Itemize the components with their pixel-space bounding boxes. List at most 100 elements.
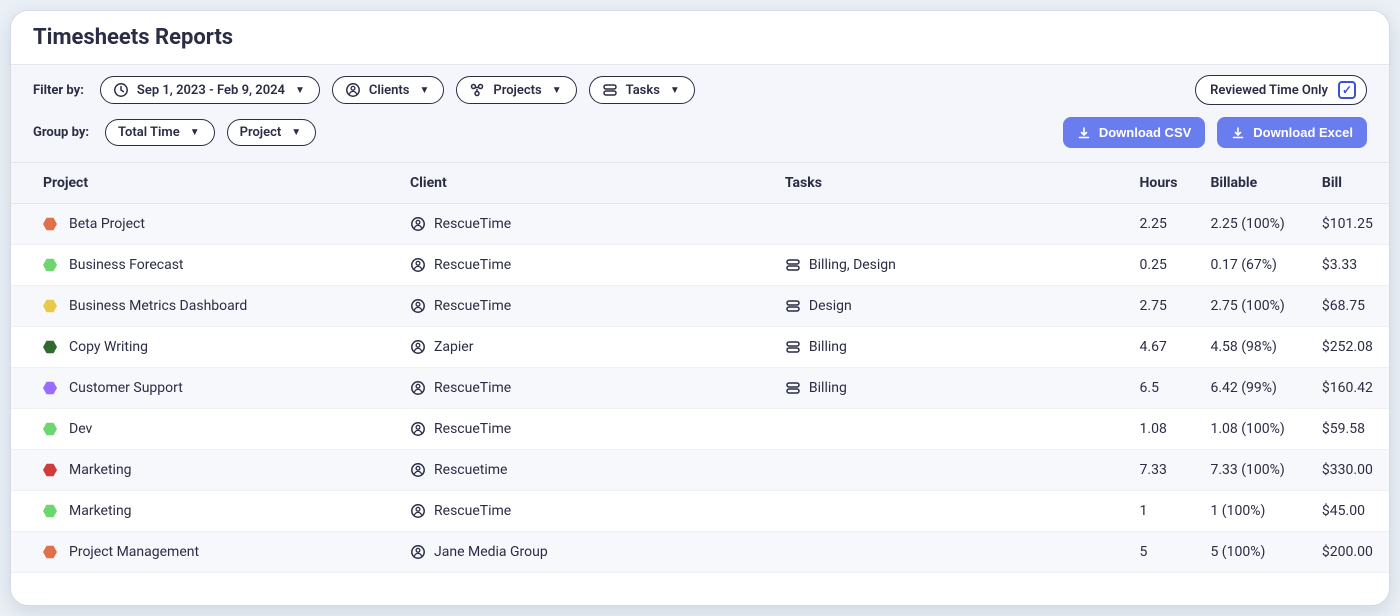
person-circle-icon [410, 503, 426, 519]
project-name: Customer Support [69, 380, 183, 396]
download-csv-label: Download CSV [1099, 125, 1191, 140]
cell-bill: $101.25 [1308, 204, 1389, 245]
filter-tasks[interactable]: Tasks ▼ [589, 76, 695, 104]
cell-hours: 0.25 [1126, 245, 1197, 286]
client-name: RescueTime [434, 503, 511, 519]
cell-bill: $200.00 [1308, 532, 1389, 573]
cell-billable: 2.25 (100%) [1196, 204, 1307, 245]
cell-billable: 7.33 (100%) [1196, 450, 1307, 491]
group-row: Group by: Total Time ▼ Project ▼ Downloa… [11, 111, 1389, 163]
client-name: RescueTime [434, 257, 511, 273]
project-color-icon [43, 381, 57, 395]
project-color-icon [43, 504, 57, 518]
title-bar: Timesheets Reports [11, 11, 1389, 65]
report-card: Timesheets Reports Filter by: Sep 1, 202… [10, 10, 1390, 606]
filter-clients[interactable]: Clients ▼ [332, 76, 444, 104]
filter-date-range[interactable]: Sep 1, 2023 - Feb 9, 2024 ▼ [100, 76, 320, 104]
person-circle-icon [410, 544, 426, 560]
download-icon [1077, 126, 1091, 140]
project-name: Copy Writing [69, 339, 148, 355]
tasks-icon [785, 298, 801, 314]
table-row[interactable]: Copy WritingZapierBilling4.674.58 (98%)$… [11, 327, 1389, 368]
table-row[interactable]: DevRescueTime1.081.08 (100%)$59.58 [11, 409, 1389, 450]
cell-bill: $252.08 [1308, 327, 1389, 368]
group-label: Group by: [33, 125, 89, 140]
project-name: Dev [69, 421, 92, 437]
table-row[interactable]: Business Metrics DashboardRescueTimeDesi… [11, 286, 1389, 327]
cell-billable: 5 (100%) [1196, 532, 1307, 573]
task-names: Billing [809, 380, 847, 396]
group-project[interactable]: Project ▼ [227, 119, 317, 146]
client-name: Zapier [434, 339, 473, 355]
chevron-down-icon: ▼ [552, 85, 562, 96]
cell-bill: $330.00 [1308, 450, 1389, 491]
reviewed-only-checkbox[interactable] [1338, 81, 1356, 99]
table-row[interactable]: MarketingRescueTime11 (100%)$45.00 [11, 491, 1389, 532]
client-name: RescueTime [434, 298, 511, 314]
table-row[interactable]: Customer SupportRescueTimeBilling6.56.42… [11, 368, 1389, 409]
filter-label: Filter by: [33, 83, 84, 98]
group-total-time[interactable]: Total Time ▼ [105, 119, 215, 146]
cell-bill: $160.42 [1308, 368, 1389, 409]
reviewed-only-toggle[interactable]: Reviewed Time Only [1195, 75, 1367, 105]
chevron-down-icon: ▼ [295, 85, 305, 96]
client-name: RescueTime [434, 216, 511, 232]
download-icon [1231, 126, 1245, 140]
col-header-client[interactable]: Client [396, 163, 771, 204]
project-name: Marketing [69, 462, 132, 478]
filter-projects-label: Projects [493, 83, 541, 98]
cell-hours: 6.5 [1126, 368, 1197, 409]
reviewed-only-label: Reviewed Time Only [1210, 83, 1328, 98]
project-name: Marketing [69, 503, 132, 519]
project-color-icon [43, 299, 57, 313]
client-name: Jane Media Group [434, 544, 548, 560]
download-excel-button[interactable]: Download Excel [1217, 117, 1367, 148]
filter-clients-label: Clients [369, 83, 410, 98]
col-header-bill[interactable]: Bill [1308, 163, 1389, 204]
cell-hours: 2.75 [1126, 286, 1197, 327]
client-name: RescueTime [434, 380, 511, 396]
person-circle-icon [410, 257, 426, 273]
person-circle-icon [410, 339, 426, 355]
project-color-icon [43, 463, 57, 477]
tasks-icon [602, 82, 618, 98]
cell-hours: 5 [1126, 532, 1197, 573]
chevron-down-icon: ▼ [291, 127, 301, 138]
clock-icon [113, 82, 129, 98]
person-circle-icon [345, 82, 361, 98]
table-row[interactable]: Beta Project RescueTime 2.252.25 (100%)$10… [11, 204, 1389, 245]
filter-projects[interactable]: Projects ▼ [456, 76, 576, 104]
cell-bill: $45.00 [1308, 491, 1389, 532]
table-row[interactable]: Project Management Jane Media Group 55 (10… [11, 532, 1389, 573]
cell-billable: 0.17 (67%) [1196, 245, 1307, 286]
col-header-hours[interactable]: Hours [1126, 163, 1197, 204]
project-color-icon [43, 217, 57, 231]
cell-hours: 1.08 [1126, 409, 1197, 450]
cell-bill: $3.33 [1308, 245, 1389, 286]
col-header-project[interactable]: Project [11, 163, 396, 204]
download-csv-button[interactable]: Download CSV [1063, 117, 1205, 148]
col-header-tasks[interactable]: Tasks [771, 163, 1126, 204]
table-row[interactable]: MarketingRescuetime7.337.33 (100%)$330.0… [11, 450, 1389, 491]
chevron-down-icon: ▼ [419, 85, 429, 96]
projects-icon [469, 82, 485, 98]
cell-billable: 4.58 (98%) [1196, 327, 1307, 368]
person-circle-icon [410, 298, 426, 314]
person-circle-icon [410, 216, 426, 232]
filter-row: Filter by: Sep 1, 2023 - Feb 9, 2024 ▼ C… [11, 65, 1389, 111]
col-header-billable[interactable]: Billable [1196, 163, 1307, 204]
cell-billable: 2.75 (100%) [1196, 286, 1307, 327]
table-header-row: Project Client Tasks Hours Billable Bill [11, 163, 1389, 204]
table-row[interactable]: Business Forecast RescueTime Billing, Desi… [11, 245, 1389, 286]
cell-hours: 2.25 [1126, 204, 1197, 245]
cell-hours: 1 [1126, 491, 1197, 532]
chevron-down-icon: ▼ [670, 85, 680, 96]
filter-date-range-value: Sep 1, 2023 - Feb 9, 2024 [137, 83, 285, 98]
project-name: Business Forecast [69, 257, 184, 273]
project-color-icon [43, 422, 57, 436]
group-total-time-label: Total Time [118, 125, 180, 140]
task-names: Billing, Design [809, 257, 896, 273]
project-name: Beta Project [69, 216, 145, 232]
project-name: Project Management [69, 544, 199, 560]
project-color-icon [43, 258, 57, 272]
